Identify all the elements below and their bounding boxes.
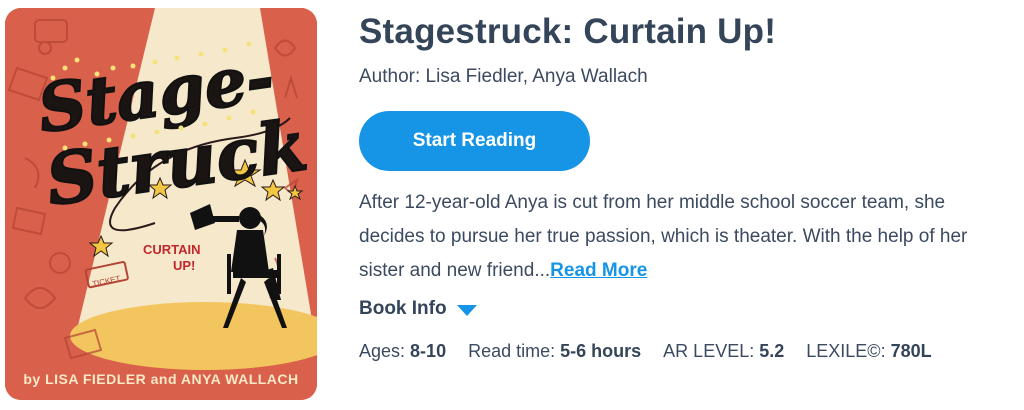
ages-label: Ages: bbox=[359, 341, 406, 361]
cover-subtitle-line2: UP! bbox=[173, 258, 195, 273]
lexile-item: LEXILE©: 780L bbox=[806, 341, 931, 362]
author-label: Author: bbox=[359, 66, 421, 87]
read-time-value: 5-6 hours bbox=[560, 341, 642, 361]
start-reading-button[interactable]: Start Reading bbox=[359, 111, 590, 171]
read-time-label: Read time: bbox=[468, 341, 556, 361]
description-text: After 12-year-old Anya is cut from her m… bbox=[359, 192, 968, 281]
book-title: Stagestruck: Curtain Up! bbox=[359, 12, 777, 51]
book-info-toggle[interactable]: Book Info bbox=[359, 298, 477, 320]
author-names: Lisa Fiedler, Anya Wallach bbox=[425, 66, 648, 87]
book-meta: Ages: 8-10 Read time: 5-6 hours AR LEVEL… bbox=[359, 341, 932, 362]
ar-level-label: AR LEVEL: bbox=[663, 341, 755, 361]
lexile-label: LEXILE©: bbox=[806, 341, 886, 361]
ages-value: 8-10 bbox=[410, 341, 447, 361]
cover-subtitle-line1: CURTAIN bbox=[143, 242, 201, 257]
author-line: Author: Lisa Fiedler, Anya Wallach bbox=[359, 66, 648, 88]
read-more-link[interactable]: Read More bbox=[550, 260, 647, 281]
lexile-value: 780L bbox=[890, 341, 932, 361]
ar-level-item: AR LEVEL: 5.2 bbox=[663, 341, 784, 362]
book-description: After 12-year-old Anya is cut from her m… bbox=[359, 186, 979, 288]
read-time-item: Read time: 5-6 hours bbox=[468, 341, 641, 362]
book-info-label: Book Info bbox=[359, 298, 447, 319]
cover-byline: by LISA FIEDLER and ANYA WALLACH bbox=[23, 371, 298, 387]
ages-item: Ages: 8-10 bbox=[359, 341, 446, 362]
book-cover[interactable]: TICKET Stage- Struck CURTAIN UP! by LISA… bbox=[5, 8, 317, 400]
chevron-down-icon bbox=[456, 304, 477, 316]
ar-level-value: 5.2 bbox=[759, 341, 785, 361]
